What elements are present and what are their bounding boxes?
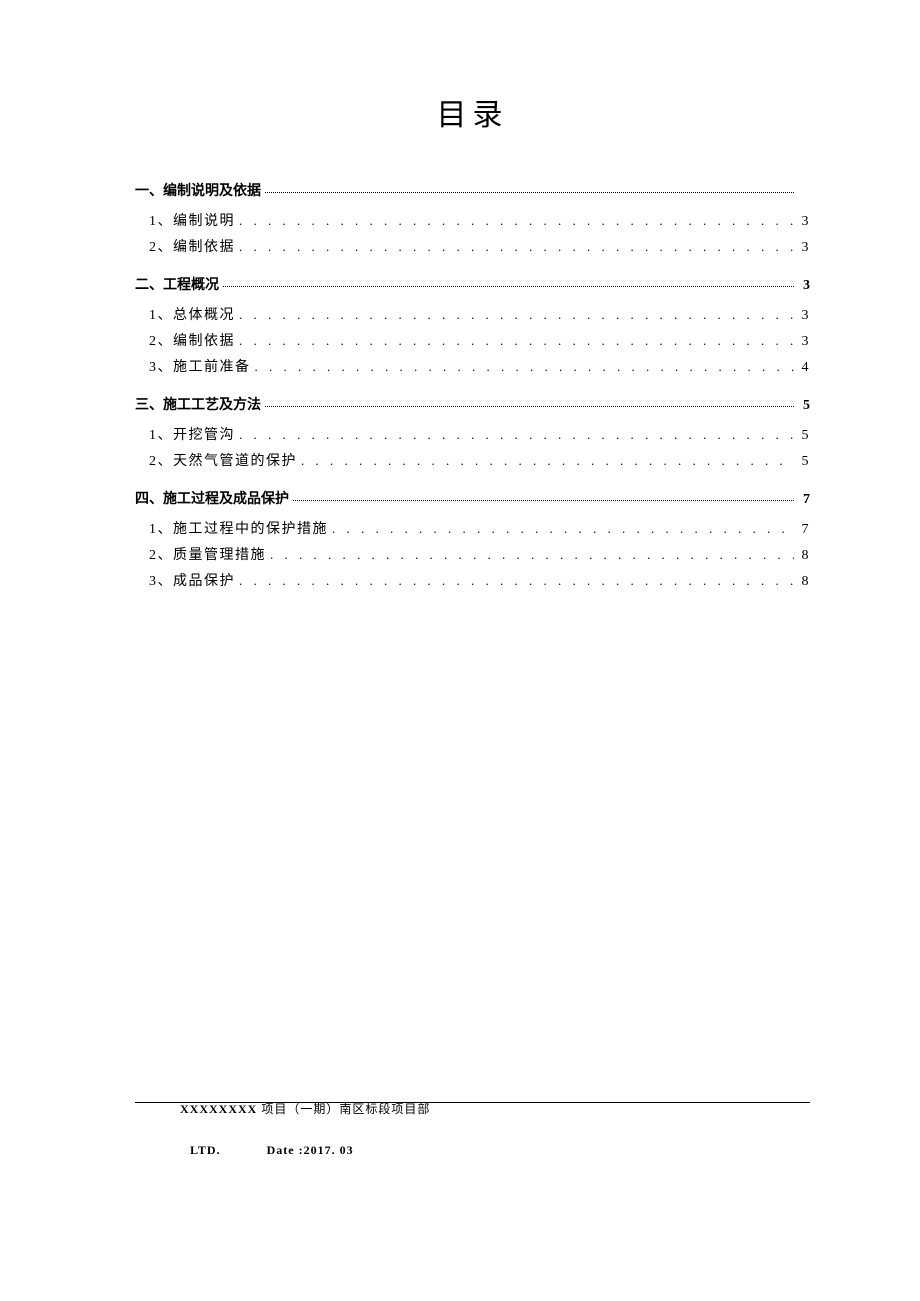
toc-sub-page: 8 [798,574,810,590]
document-page: 目录 一、编制说明及依据 1、编制说明 . . . . . . . . . . … [0,0,920,1301]
toc-sub-page: 7 [798,522,810,538]
toc-leader: . . . . . . . . . . . . . . . . . . . . … [239,573,794,589]
toc-section: 二、工程概况 3 [135,274,810,294]
footer-date: Date :2017. 03 [267,1135,354,1166]
toc-leader [265,191,794,193]
toc-section-label: 一、编制说明及依据 [135,180,261,200]
toc-leader: . . . . . . . . . . . . . . . . . . . . … [270,547,794,563]
toc-sub-label: 2、天然气管道的保护 [149,450,297,470]
toc-leader [293,499,794,501]
toc-sub-page: 3 [798,334,810,350]
toc-leader: . . . . . . . . . . . . . . . . . . . . … [239,427,794,443]
footer-meta-line: LTD. Date :2017. 03 [180,1135,810,1166]
toc-sub-label: 1、总体概况 [149,304,235,324]
toc-leader: . . . . . . . . . . . . . . . . . . . . … [239,333,794,349]
toc-sub-label: 3、施工前准备 [149,356,251,376]
toc-section-label: 三、施工工艺及方法 [135,394,261,414]
toc-leader: . . . . . . . . . . . . . . . . . . . . … [332,521,794,537]
toc-sub-item: 1、总体概况 . . . . . . . . . . . . . . . . .… [149,304,810,324]
toc-sub-label: 3、成品保护 [149,570,235,590]
toc-section-page: 3 [798,278,810,294]
toc-leader [265,405,794,407]
toc-sub-item: 1、编制说明 . . . . . . . . . . . . . . . . .… [149,210,810,230]
toc-sub-page: 4 [798,360,810,376]
toc-leader: . . . . . . . . . . . . . . . . . . . . … [239,239,794,255]
toc-sub-page: 3 [798,308,810,324]
toc-sub-page: 5 [798,428,810,444]
page-footer: XXXXXXXX 项目（一期）南区标段项目部 LTD. Date :2017. … [180,1094,810,1166]
footer-project-line: XXXXXXXX 项目（一期）南区标段项目部 [180,1094,810,1125]
toc-sub-label: 2、编制依据 [149,236,235,256]
toc-section-page: 7 [798,492,810,508]
table-of-contents: 一、编制说明及依据 1、编制说明 . . . . . . . . . . . .… [135,180,810,590]
toc-sub-label: 1、编制说明 [149,210,235,230]
toc-section-label: 四、施工过程及成品保护 [135,488,289,508]
toc-leader: . . . . . . . . . . . . . . . . . . . . … [301,453,794,469]
toc-sub-page: 3 [798,240,810,256]
footer-ltd: LTD. [190,1135,221,1166]
toc-sub-item: 1、开挖管沟 . . . . . . . . . . . . . . . . .… [149,424,810,444]
toc-leader: . . . . . . . . . . . . . . . . . . . . … [239,307,794,323]
toc-sub-item: 2、编制依据 . . . . . . . . . . . . . . . . .… [149,330,810,350]
toc-sub-item: 2、编制依据 . . . . . . . . . . . . . . . . .… [149,236,810,256]
toc-section: 四、施工过程及成品保护 7 [135,488,810,508]
toc-sub-page: 5 [798,454,810,470]
toc-sub-label: 2、质量管理措施 [149,544,266,564]
toc-section-label: 二、工程概况 [135,274,219,294]
footer-project-code: XXXXXXXX [180,1102,257,1116]
toc-leader: . . . . . . . . . . . . . . . . . . . . … [239,213,794,229]
toc-sub-item: 1、施工过程中的保护措施 . . . . . . . . . . . . . .… [149,518,810,538]
toc-sub-item: 3、施工前准备 . . . . . . . . . . . . . . . . … [149,356,810,376]
toc-sub-item: 3、成品保护 . . . . . . . . . . . . . . . . .… [149,570,810,590]
toc-sub-label: 1、施工过程中的保护措施 [149,518,328,538]
toc-sub-page: 8 [798,548,810,564]
page-title: 目录 [135,90,810,134]
toc-leader [223,285,794,287]
toc-section-page: 5 [798,398,810,414]
toc-sub-page: 3 [798,214,810,230]
toc-sub-item: 2、天然气管道的保护 . . . . . . . . . . . . . . .… [149,450,810,470]
toc-sub-item: 2、质量管理措施 . . . . . . . . . . . . . . . .… [149,544,810,564]
toc-section: 三、施工工艺及方法 5 [135,394,810,414]
toc-sub-label: 2、编制依据 [149,330,235,350]
footer-project-name: 项目（一期）南区标段项目部 [257,1102,430,1116]
toc-sub-label: 1、开挖管沟 [149,424,235,444]
toc-section: 一、编制说明及依据 [135,180,810,200]
toc-leader: . . . . . . . . . . . . . . . . . . . . … [255,359,795,375]
